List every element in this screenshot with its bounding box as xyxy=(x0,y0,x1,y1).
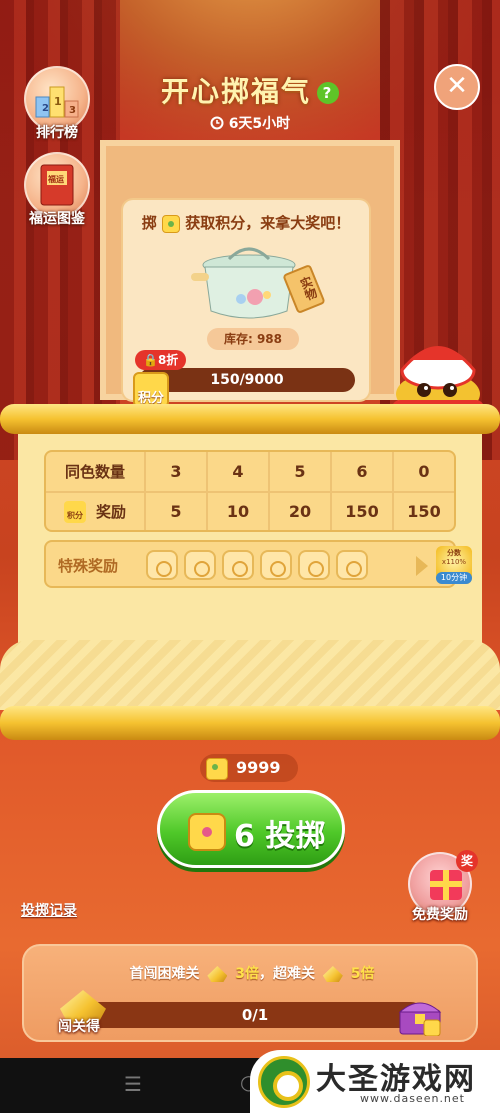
page-title-text: 开心掷福气 xyxy=(160,75,311,108)
treasure-chest-icon[interactable] xyxy=(398,996,442,1036)
watermark-url: www.daseen.net xyxy=(360,1092,465,1105)
dice-icon xyxy=(206,758,228,780)
roll-button-label: 6 投掷 xyxy=(234,819,326,854)
dice-count-badge: 9999 xyxy=(200,754,298,782)
table-cell: 5 xyxy=(268,452,330,491)
table-cell: 20 xyxy=(268,493,330,530)
prize-title: 掷 获取积分，来拿大奖吧！ xyxy=(123,212,369,233)
prize-card[interactable]: 掷 获取积分，来拿大奖吧！ 实物 库存: 988 150/9000 🔒8折 积分 xyxy=(123,200,369,408)
gift-box-icon xyxy=(430,870,462,900)
arrow-right-icon xyxy=(416,556,428,576)
watermark: 大圣游戏网 www.daseen.net xyxy=(250,1050,500,1113)
help-icon[interactable]: ? xyxy=(317,82,339,104)
scroll-lower-pattern xyxy=(0,640,500,710)
stock-count: 库存: 988 xyxy=(207,328,299,350)
collection-label: 福运图鉴 xyxy=(29,211,85,227)
timer-text: 6天5小时 xyxy=(228,116,291,132)
scroll-rod-bottom xyxy=(0,706,500,740)
points-progress-text: 150/9000 xyxy=(210,372,284,388)
challenge-description: 首闯困难关 3倍，超难关 5倍 xyxy=(24,963,480,983)
prize-title-suffix: 获取积分，来拿大奖吧！ xyxy=(185,214,351,232)
svg-text:福运: 福运 xyxy=(47,174,64,184)
gem-icon xyxy=(322,966,343,982)
points-progress-bar: 150/9000 xyxy=(139,368,355,392)
challenge-label: 闯关得 xyxy=(58,1019,100,1035)
lucky-bag-icon[interactable] xyxy=(260,550,292,580)
table-cell: 150 xyxy=(330,493,392,530)
score-bonus-icon[interactable]: 分数 x110% 10分钟 xyxy=(436,546,472,584)
table-row: 积分 奖励 5 10 20 150 150 xyxy=(46,491,454,530)
challenge-text-a: 首闯困难关 xyxy=(129,966,200,982)
table-cell: 5 xyxy=(144,493,206,530)
lucky-bag-icon[interactable] xyxy=(146,550,178,580)
challenge-text-b: ，超难关 xyxy=(259,966,315,982)
table-cell: 0 xyxy=(392,452,454,491)
challenge-progress-text: 0/1 xyxy=(241,1006,269,1024)
bonus-top-text: 分数 xyxy=(447,549,461,557)
challenge-mult-a: 3倍 xyxy=(235,966,259,982)
row-header-reward: 积分 奖励 xyxy=(46,493,144,530)
challenge-panel[interactable]: 首闯困难关 3倍，超难关 5倍 0/1 闯关得 xyxy=(22,944,478,1042)
dice-count-text: 9999 xyxy=(236,758,281,777)
challenge-progress-bar: 0/1 xyxy=(86,1002,424,1028)
lucky-bag-icon[interactable] xyxy=(222,550,254,580)
free-reward-label: 免费奖励 xyxy=(412,907,468,923)
lucky-bag-icon[interactable] xyxy=(336,550,368,580)
table-cell: 3 xyxy=(144,452,206,491)
gem-icon xyxy=(207,966,228,982)
reward-badge: 奖 xyxy=(456,850,478,872)
book-icon: 福运 xyxy=(40,164,74,206)
dice-icon xyxy=(188,813,226,851)
discount-badge: 🔒8折 xyxy=(135,350,187,370)
clock-icon xyxy=(210,116,224,130)
table-cell: 6 xyxy=(330,452,392,491)
close-button[interactable]: ✕ xyxy=(434,64,480,110)
table-cell: 150 xyxy=(392,493,454,530)
dice-icon xyxy=(162,214,180,233)
site-logo-icon xyxy=(258,1056,310,1108)
bonus-time-text: 10分钟 xyxy=(436,572,472,584)
challenge-mult-b: 5倍 xyxy=(350,966,375,982)
special-rewards-row: 特殊奖励 分数 x110% 10分钟 xyxy=(44,540,472,588)
lucky-bag-icon[interactable] xyxy=(184,550,216,580)
bonus-mult-text: x110% xyxy=(441,558,467,566)
points-icon: 积分 xyxy=(63,500,86,523)
points-badge: 积分 xyxy=(133,372,169,408)
prize-title-prefix: 掷 xyxy=(141,214,157,232)
roll-history-link[interactable]: 投掷记录 xyxy=(21,900,77,920)
page-title: 开心掷福气? xyxy=(0,70,500,110)
special-rewards-label: 特殊奖励 xyxy=(58,557,119,575)
reward-header-text: 奖励 xyxy=(95,503,126,521)
table-row: 同色数量 3 4 5 6 0 xyxy=(46,452,454,491)
discount-text: 8折 xyxy=(157,353,179,367)
reward-table: 同色数量 3 4 5 6 0 积分 奖励 5 10 20 150 150 xyxy=(44,450,456,532)
row-header-color-count: 同色数量 xyxy=(64,463,125,481)
lock-icon: 🔒 xyxy=(143,353,158,367)
lucky-bag-icon[interactable] xyxy=(298,550,330,580)
scroll-rod-top xyxy=(0,404,500,434)
table-cell: 4 xyxy=(206,452,268,491)
free-reward-button[interactable]: 奖 免费奖励 xyxy=(404,850,478,924)
countdown-timer: 6天5小时 xyxy=(0,113,500,133)
table-cell: 10 xyxy=(206,493,268,530)
roll-dice-button[interactable]: 6 投掷 xyxy=(157,790,345,868)
menu-icon[interactable]: ☰ xyxy=(124,1072,142,1096)
